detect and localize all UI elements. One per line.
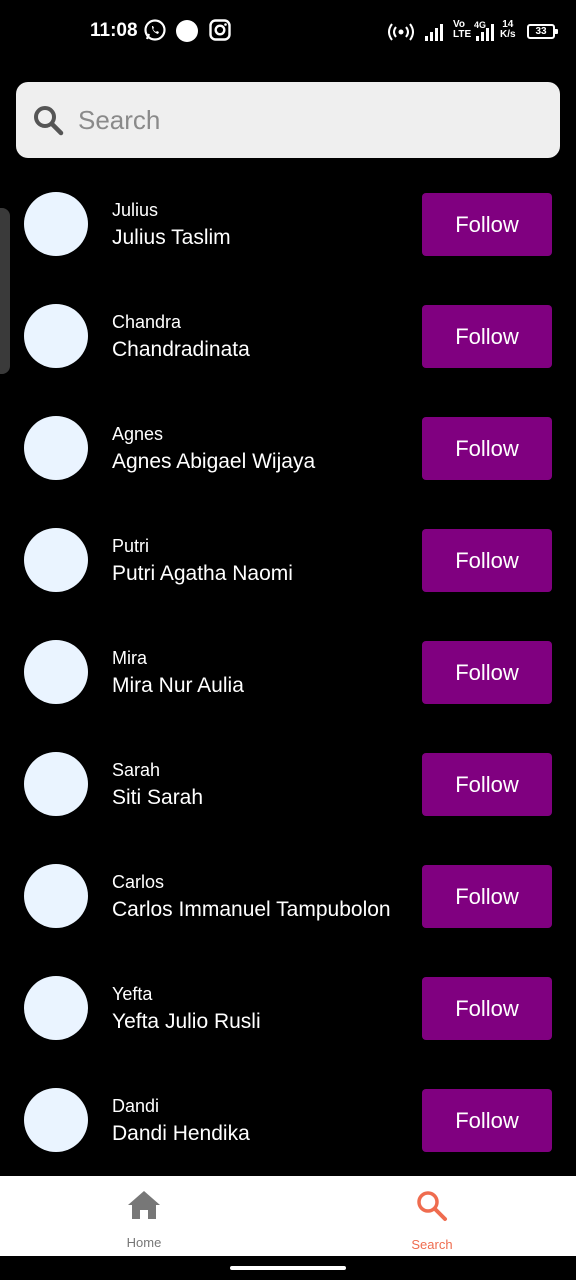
follow-button[interactable]: Follow bbox=[422, 529, 552, 592]
list-item: Dandi Dandi Hendika Follow bbox=[0, 1064, 576, 1176]
volte-indicator: Vo LTE bbox=[453, 20, 471, 40]
list-item: Agnes Agnes Abigael Wijaya Follow bbox=[0, 392, 576, 504]
list-item: Julius Julius Taslim Follow bbox=[0, 168, 576, 280]
avatar[interactable] bbox=[24, 1088, 88, 1152]
follow-button[interactable]: Follow bbox=[422, 305, 552, 368]
follow-button[interactable]: Follow bbox=[422, 417, 552, 480]
full-name: Dandi Hendika bbox=[112, 1122, 250, 1145]
bottom-nav: Home Search bbox=[0, 1176, 576, 1256]
hotspot-icon bbox=[388, 22, 414, 47]
full-name: Siti Sarah bbox=[112, 786, 204, 809]
follow-button[interactable]: Follow bbox=[422, 193, 552, 256]
search-icon bbox=[416, 1190, 448, 1227]
username: Mira bbox=[112, 648, 147, 668]
username: Dandi bbox=[112, 1096, 160, 1116]
username: Julius bbox=[112, 200, 159, 220]
avatar[interactable] bbox=[24, 752, 88, 816]
user-list: Julius Julius Taslim Follow Chandra Chan… bbox=[0, 168, 576, 1176]
username: Agnes bbox=[112, 424, 164, 444]
username: Putri bbox=[112, 536, 150, 556]
svg-text:4G: 4G bbox=[474, 20, 486, 30]
avatar[interactable] bbox=[24, 640, 88, 704]
full-name: Agnes Abigael Wijaya bbox=[112, 450, 316, 473]
follow-button[interactable]: Follow bbox=[422, 1089, 552, 1152]
status-bar: 11:08 Vo LTE 4G 14 K/s 33 bbox=[0, 0, 576, 64]
follow-button[interactable]: Follow bbox=[422, 865, 552, 928]
whatsapp-icon bbox=[143, 18, 167, 47]
full-name: Julius Taslim bbox=[112, 226, 231, 249]
avatar[interactable] bbox=[24, 528, 88, 592]
nav-item-search[interactable]: Search bbox=[288, 1176, 576, 1256]
follow-button[interactable]: Follow bbox=[422, 977, 552, 1040]
nav-label-search: Search bbox=[411, 1237, 453, 1252]
full-name: Chandradinata bbox=[112, 338, 250, 361]
follow-button[interactable]: Follow bbox=[422, 753, 552, 816]
signal-strength-icon bbox=[424, 22, 446, 47]
notification-dot-icon bbox=[176, 20, 198, 42]
username: Carlos bbox=[112, 872, 165, 892]
avatar[interactable] bbox=[24, 976, 88, 1040]
nav-item-home[interactable]: Home bbox=[0, 1176, 288, 1256]
full-name: Yefta Julio Rusli bbox=[112, 1010, 261, 1033]
instagram-icon bbox=[208, 18, 232, 47]
home-icon bbox=[127, 1190, 161, 1225]
avatar[interactable] bbox=[24, 192, 88, 256]
gesture-area bbox=[0, 1256, 576, 1280]
list-item: Putri Putri Agatha Naomi Follow bbox=[0, 504, 576, 616]
list-item: Carlos Carlos Immanuel Tampubolon Follow bbox=[0, 840, 576, 952]
list-item: Yefta Yefta Julio Rusli Follow bbox=[0, 952, 576, 1064]
full-name: Putri Agatha Naomi bbox=[112, 562, 293, 585]
search-icon bbox=[32, 104, 64, 136]
volte-bottom-text: LTE bbox=[453, 29, 472, 40]
speed-unit: K/s bbox=[500, 29, 516, 40]
avatar[interactable] bbox=[24, 416, 88, 480]
username: Yefta bbox=[112, 984, 153, 1004]
username: Sarah bbox=[112, 760, 161, 780]
search-input[interactable] bbox=[78, 104, 518, 136]
search-bar[interactable] bbox=[16, 82, 560, 158]
avatar[interactable] bbox=[24, 864, 88, 928]
gesture-bar[interactable] bbox=[230, 1266, 346, 1270]
list-item: Mira Mira Nur Aulia Follow bbox=[0, 616, 576, 728]
battery-icon: 33 bbox=[527, 24, 558, 39]
avatar[interactable] bbox=[24, 304, 88, 368]
nav-label-home: Home bbox=[126, 1235, 162, 1250]
full-name: Mira Nur Aulia bbox=[112, 674, 244, 697]
status-time: 11:08 bbox=[90, 20, 138, 41]
list-item: Chandra Chandradinata Follow bbox=[0, 280, 576, 392]
full-name: Carlos Immanuel Tampubolon bbox=[112, 898, 391, 921]
signal-4g-icon: 4G bbox=[474, 20, 496, 47]
follow-button[interactable]: Follow bbox=[422, 641, 552, 704]
list-item: Sarah Siti Sarah Follow bbox=[0, 728, 576, 840]
username: Chandra bbox=[112, 312, 182, 332]
network-speed: 14 K/s bbox=[500, 20, 516, 40]
